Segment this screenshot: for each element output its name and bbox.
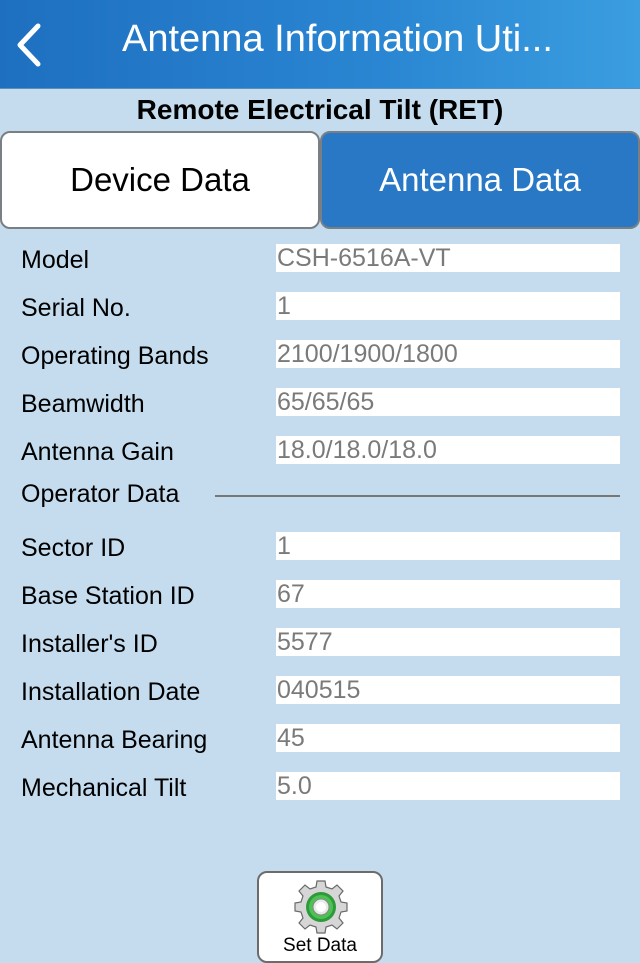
navigation-bar: Antenna Information Uti... xyxy=(0,0,640,89)
operating-bands-field[interactable] xyxy=(276,340,620,368)
page-title: Antenna Information Uti... xyxy=(122,18,553,60)
field-row-installer-id: Installer's ID xyxy=(0,622,640,670)
serial-number-field[interactable] xyxy=(276,292,620,320)
section-divider xyxy=(215,495,620,497)
base-station-id-field[interactable] xyxy=(276,580,620,608)
field-row-sector-id: Sector ID xyxy=(0,526,640,574)
field-label: Model xyxy=(21,246,90,274)
antenna-bearing-field[interactable] xyxy=(276,724,620,752)
field-row-model: Model xyxy=(0,238,640,286)
field-row-antenna-gain: Antenna Gain xyxy=(0,430,640,478)
tab-antenna-data[interactable]: Antenna Data xyxy=(320,131,640,229)
sector-id-field[interactable] xyxy=(276,532,620,560)
field-label: Antenna Bearing xyxy=(21,726,208,754)
mechanical-tilt-field[interactable] xyxy=(276,772,620,800)
installation-date-field[interactable] xyxy=(276,676,620,704)
field-label: Antenna Gain xyxy=(21,438,174,466)
field-row-serial: Serial No. xyxy=(0,286,640,334)
section-title: Operator Data xyxy=(21,480,180,508)
set-data-button[interactable]: Set Data xyxy=(257,871,383,963)
beamwidth-field[interactable] xyxy=(276,388,620,416)
chevron-left-icon xyxy=(17,23,41,67)
field-label: Base Station ID xyxy=(21,582,195,610)
installer-id-field[interactable] xyxy=(276,628,620,656)
gear-icon xyxy=(294,880,348,934)
operator-data-section: Operator Data xyxy=(0,478,640,518)
set-data-label: Set Data xyxy=(283,935,357,956)
field-row-operating-bands: Operating Bands xyxy=(0,334,640,382)
field-label: Operating Bands xyxy=(21,342,209,370)
tab-device-data[interactable]: Device Data xyxy=(0,131,320,229)
back-button[interactable] xyxy=(10,20,50,70)
field-row-beamwidth: Beamwidth xyxy=(0,382,640,430)
field-row-installation-date: Installation Date xyxy=(0,670,640,718)
field-label: Sector ID xyxy=(21,534,126,562)
field-label: Installation Date xyxy=(21,678,201,706)
field-row-antenna-bearing: Antenna Bearing xyxy=(0,718,640,766)
field-label: Beamwidth xyxy=(21,390,145,418)
model-field[interactable] xyxy=(276,244,620,272)
field-label: Mechanical Tilt xyxy=(21,774,187,802)
section-subtitle: Remote Electrical Tilt (RET) xyxy=(136,94,504,125)
field-row-mechanical-tilt: Mechanical Tilt xyxy=(0,766,640,814)
field-label: Serial No. xyxy=(21,294,131,322)
field-row-base-station-id: Base Station ID xyxy=(0,574,640,622)
field-label: Installer's ID xyxy=(21,630,158,658)
antenna-gain-field[interactable] xyxy=(276,436,620,464)
